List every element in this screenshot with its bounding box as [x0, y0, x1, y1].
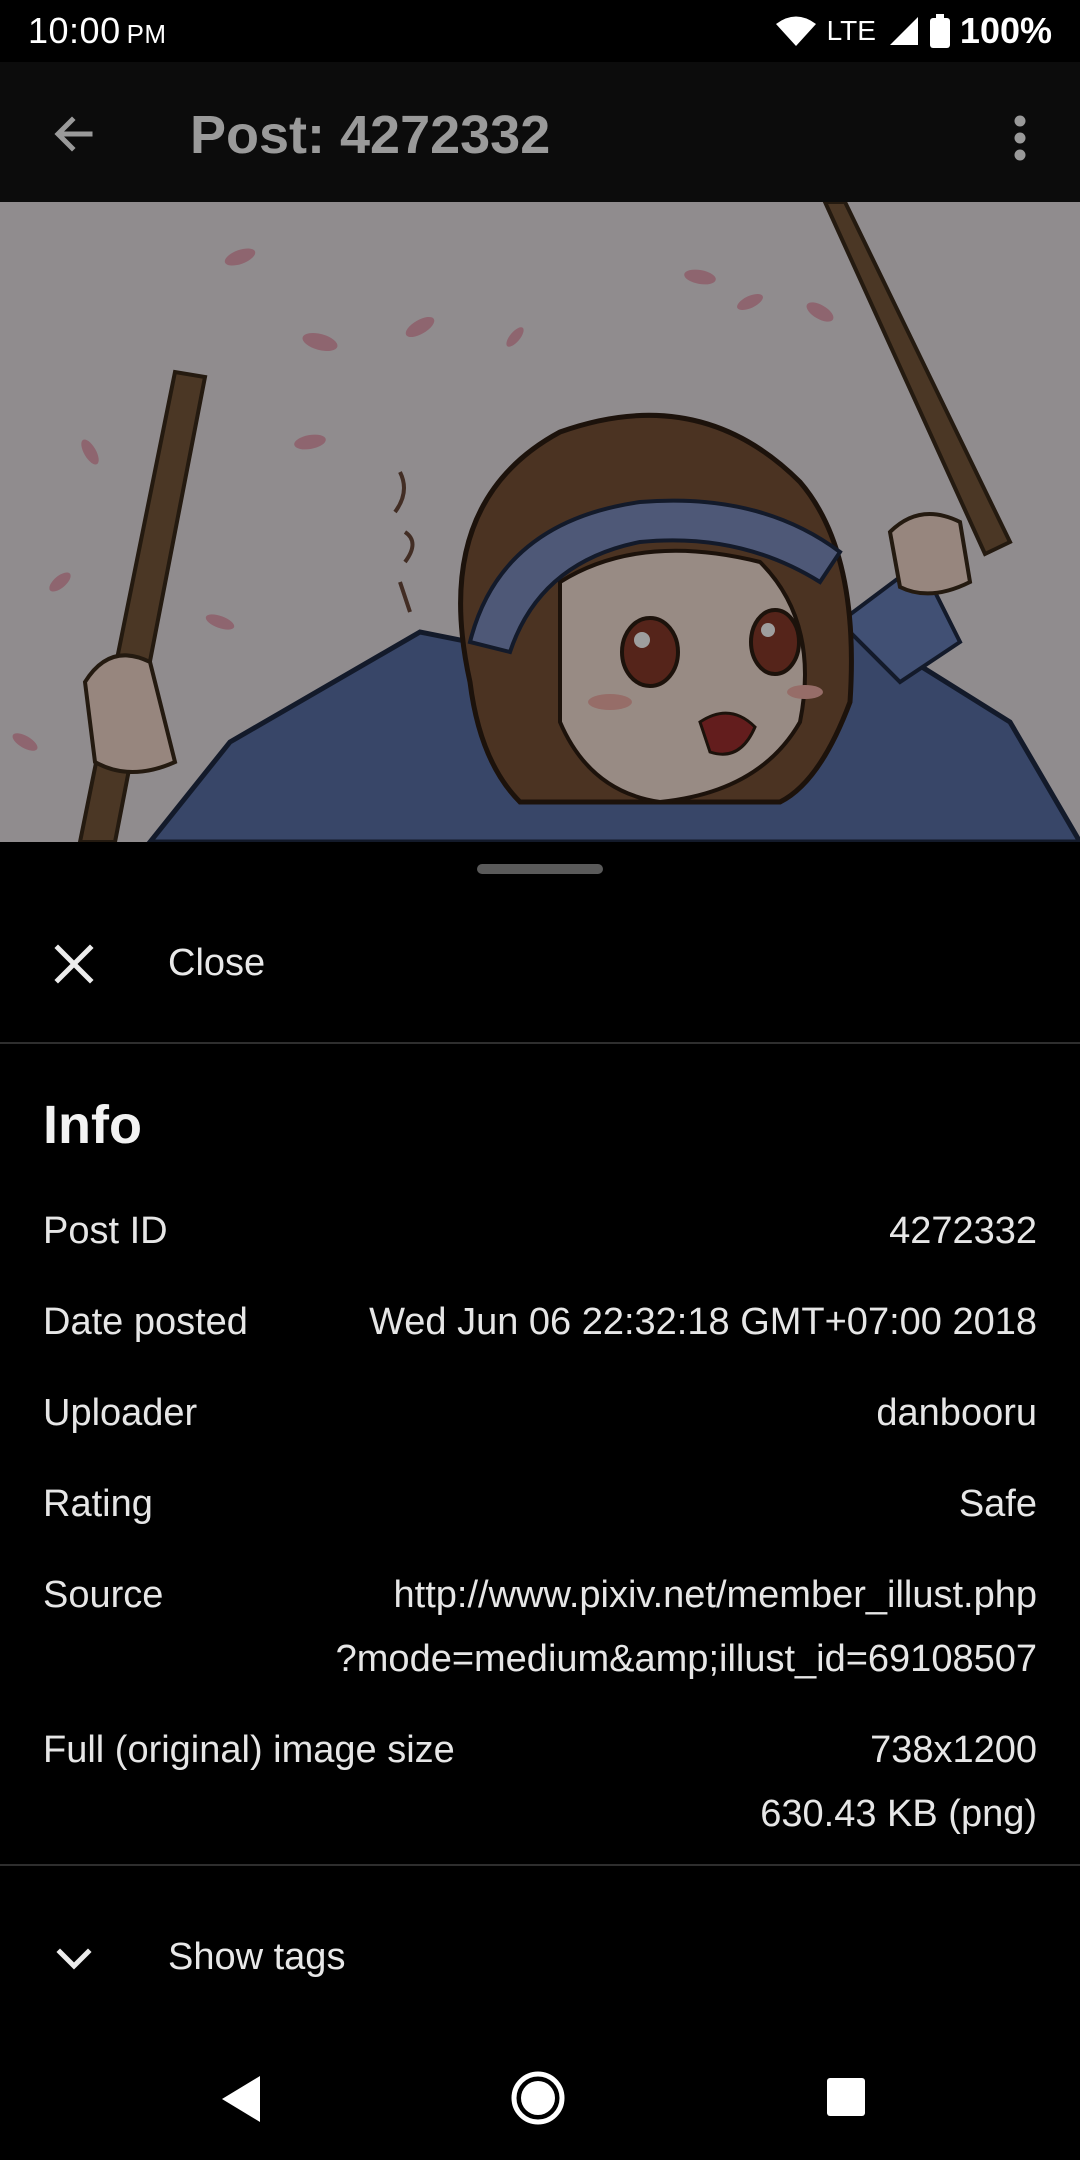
divider: [0, 1042, 1080, 1044]
overflow-menu-icon: [1014, 115, 1026, 161]
info-label: Post ID: [43, 1210, 168, 1252]
info-label: Full (original) image size: [43, 1729, 455, 1771]
info-value: 4272332: [889, 1210, 1037, 1252]
post-illustration: [0, 202, 1080, 842]
app-bar: Post: 4272332: [0, 62, 1080, 202]
close-label: Close: [168, 942, 266, 984]
info-label: Rating: [43, 1483, 153, 1525]
signal-icon: [888, 15, 920, 47]
nav-back-icon[interactable]: [216, 2072, 266, 2126]
close-icon: [54, 944, 94, 984]
info-label: Uploader: [43, 1392, 198, 1434]
info-bottom-sheet: Close Info Post ID 4272332 Date posted W…: [0, 842, 1080, 2022]
back-arrow-icon: [54, 116, 93, 152]
battery-percent: 100%: [959, 10, 1052, 51]
status-bar: 10:00 PM LTE 100%: [0, 0, 1080, 62]
info-value-file-size: 630.43 KB (png): [760, 1793, 1037, 1835]
overflow-menu-button[interactable]: [1000, 108, 1040, 168]
clock-ampm: PM: [126, 19, 167, 49]
system-nav-bar: [0, 2030, 1080, 2160]
post-image[interactable]: [0, 202, 1080, 842]
info-value: Safe: [958, 1483, 1037, 1525]
info-label: Source: [43, 1574, 164, 1616]
drag-handle[interactable]: [477, 864, 603, 874]
nav-recents-icon[interactable]: [825, 2076, 867, 2118]
battery-icon: [929, 14, 950, 48]
chevron-down-icon: [56, 1948, 92, 1970]
uploader-link[interactable]: danbooru: [876, 1392, 1037, 1435]
info-value: Wed Jun 06 22:32:18 GMT+07:00 2018: [369, 1301, 1037, 1343]
clock-time: 10:00: [28, 10, 121, 51]
page-title: Post: 4272332: [190, 105, 551, 165]
show-tags-label: Show tags: [168, 1936, 346, 1978]
source-link[interactable]: http://www.pixiv.net/member_illust.php: [394, 1574, 1037, 1617]
wifi-icon: [775, 15, 817, 47]
back-button[interactable]: [36, 96, 112, 172]
screen: 10:00 PM LTE 100% Post: 4272332 Close In…: [0, 0, 1080, 2160]
close-button[interactable]: Close: [0, 896, 1080, 1032]
info-value: 738x1200: [870, 1729, 1037, 1771]
nav-home-icon[interactable]: [510, 2070, 566, 2126]
network-type: LTE: [826, 15, 876, 46]
show-tags-button[interactable]: Show tags: [0, 1904, 1080, 2014]
source-link-continued[interactable]: ?mode=medium&amp;illust_id=69108507: [336, 1638, 1037, 1681]
status-icons: LTE 100%: [775, 10, 1052, 52]
info-heading: Info: [43, 1095, 142, 1155]
divider: [0, 1864, 1080, 1866]
info-label: Date posted: [43, 1301, 248, 1343]
status-time: 10:00 PM: [28, 10, 167, 52]
